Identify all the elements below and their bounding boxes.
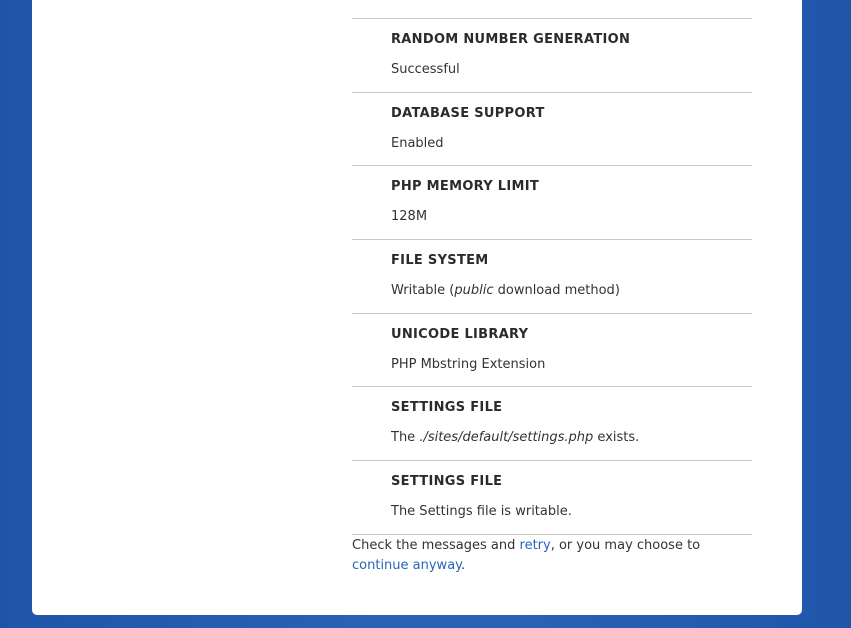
- requirement-value: PHP Mbstring Extension: [391, 356, 546, 372]
- footer-text: , or you may choose to: [550, 537, 701, 553]
- footer-text: .: [461, 557, 466, 573]
- requirement-value: The Settings file is writable.: [391, 504, 572, 520]
- requirement-item: Database Support Enabled: [352, 91, 752, 166]
- requirement-item: Unicode Library PHP Mbstring Extension: [352, 312, 752, 387]
- requirement-value: Enabled: [391, 135, 444, 151]
- requirement-item: Settings File The Settings file is writa…: [352, 460, 752, 534]
- installer-panel: Random Number Generation Successful Data…: [32, 0, 802, 615]
- requirement-item: Settings File The ./sites/default/settin…: [352, 386, 752, 460]
- requirement-title: PHP Memory Limit: [391, 179, 540, 195]
- requirement-item: File System Writable (public download me…: [352, 239, 752, 313]
- requirements-footer-message: Check the messages and retry, or you may…: [352, 533, 752, 576]
- requirement-title: Unicode Library: [391, 326, 529, 342]
- requirement-title: Settings File: [391, 400, 503, 416]
- requirement-title: Settings File: [391, 474, 503, 490]
- footer-text: Check the messages and: [352, 537, 520, 553]
- requirements-report: Random Number Generation Successful Data…: [352, 0, 752, 576]
- value-text: The: [391, 430, 420, 446]
- value-emphasis: public: [454, 283, 494, 299]
- value-text: download method): [493, 283, 620, 299]
- requirement-title: Database Support: [391, 105, 545, 121]
- value-text: exists.: [593, 430, 640, 446]
- retry-link[interactable]: retry: [520, 538, 551, 553]
- requirement-title: Random Number Generation: [391, 32, 631, 47]
- value-text: Writable (: [391, 283, 455, 299]
- continue-anyway-link[interactable]: continue anyway: [352, 558, 461, 573]
- requirement-value: Successful: [391, 62, 460, 77]
- requirement-title: File System: [391, 253, 489, 269]
- requirement-value: 128M: [391, 209, 428, 225]
- requirement-value: The ./sites/default/settings.php exists.: [391, 430, 639, 445]
- requirement-item: PHP Memory Limit 128M: [352, 165, 752, 239]
- requirement-item: Random Number Generation Successful: [352, 18, 752, 92]
- value-emphasis: ./sites/default/settings.php: [419, 430, 594, 446]
- requirement-value: Writable (public download method): [391, 283, 620, 298]
